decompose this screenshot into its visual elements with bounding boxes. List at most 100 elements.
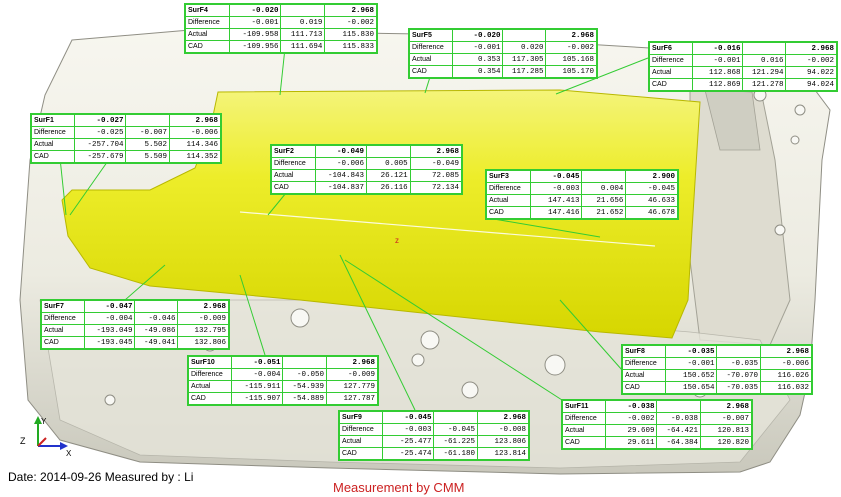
value-y: -0.045 — [433, 423, 478, 436]
row-label: CAD — [185, 40, 230, 53]
value-x: 112.868 — [691, 66, 744, 79]
value-y: -64.421 — [656, 424, 701, 437]
row-label: CAD — [649, 78, 693, 91]
value-x: 29.611 — [605, 436, 658, 449]
value-x: 147.413 — [529, 194, 583, 207]
report-title: Measurement by CMM — [333, 480, 465, 495]
value-x: -104.837 — [314, 181, 367, 194]
callout-deviation: -0.035 — [665, 345, 718, 358]
value-x: -0.003 — [382, 423, 435, 436]
value-y: -49.041 — [134, 336, 179, 349]
value-y: 26.116 — [365, 181, 411, 194]
value-y: 0.019 — [280, 16, 326, 29]
row-label: Difference — [187, 368, 233, 381]
value-y: -61.225 — [433, 435, 478, 448]
value-z: 116.026 — [759, 369, 813, 382]
value-x: -115.911 — [231, 380, 284, 393]
callout-surf10[interactable]: SurF10 -0.051 2.968 Difference -0.004 -0.050… — [187, 355, 379, 406]
callout-deviation: -0.020 — [451, 29, 504, 42]
row-label: Difference — [621, 357, 667, 370]
value-x: -115.907 — [231, 392, 284, 405]
row-label: Difference — [649, 54, 693, 67]
axis-x-label: X — [66, 449, 72, 458]
row-label: CAD — [187, 392, 233, 405]
callout-surf4[interactable]: SurF4 -0.020 2.968 Difference -0.001 0.019 -0… — [184, 3, 378, 54]
row-label: Actual — [41, 324, 85, 337]
callout-name: SurF10 — [187, 356, 233, 369]
value-y: 21.656 — [581, 194, 627, 207]
row-label: Difference — [271, 157, 316, 170]
value-z: -0.049 — [409, 157, 463, 170]
value-z: -0.007 — [699, 412, 753, 425]
value-x: 0.354 — [451, 65, 504, 78]
callout-surf5[interactable]: SurF5 -0.020 2.968 Difference -0.001 0.020 -0… — [408, 28, 598, 79]
value-x: -25.477 — [382, 435, 435, 448]
value-z: 72.134 — [409, 181, 463, 194]
callout-deviation: -0.027 — [74, 114, 127, 127]
axis-y-label: Y — [41, 417, 47, 426]
value-y: -70.070 — [716, 369, 761, 382]
callout-deviation: -0.051 — [231, 356, 284, 369]
value-z: 123.814 — [476, 447, 530, 460]
callout-name: SurF7 — [41, 300, 85, 313]
callout-deviation: -0.047 — [83, 300, 136, 313]
value-y: 117.285 — [502, 65, 547, 78]
callout-surf11[interactable]: SurF11 -0.038 2.968 Difference -0.002 -0.038… — [561, 399, 753, 450]
value-y: -54.939 — [282, 380, 327, 393]
value-y: 0.016 — [742, 54, 787, 67]
value-y: 121.278 — [742, 78, 787, 91]
value-z: 127.779 — [325, 380, 379, 393]
cmm-viewport[interactable]: z Z Y X SurF1 -0.027 2.968 Difference -0… — [0, 0, 841, 497]
row-label: Difference — [185, 16, 230, 29]
callout-surf7[interactable]: SurF7 -0.047 2.968 Difference -0.004 -0.046-… — [40, 299, 230, 350]
value-y: 111.713 — [280, 28, 326, 41]
value-y: 0.004 — [581, 182, 627, 195]
value-x: 150.652 — [665, 369, 718, 382]
callout-tolerance: 2.968 — [325, 356, 379, 369]
value-y: -0.038 — [656, 412, 701, 425]
value-x: -0.004 — [231, 368, 284, 381]
callout-deviation: -0.045 — [382, 411, 435, 424]
callout-name: SurF6 — [649, 42, 693, 55]
value-z: -0.002 — [324, 16, 377, 29]
row-label: Actual — [30, 138, 76, 151]
value-z: -0.002 — [545, 41, 597, 54]
callout-surf6[interactable]: SurF6 -0.016 2.968 Difference -0.001 0.016 -0… — [648, 41, 838, 92]
value-y: -0.046 — [134, 312, 179, 325]
row-label: Actual — [486, 194, 531, 207]
value-x: 0.353 — [451, 53, 504, 66]
callout-surf9[interactable]: SurF9 -0.045 2.968 Difference -0.003 -0.045-… — [338, 410, 530, 461]
callout-deviation: -0.049 — [314, 145, 367, 158]
row-label: Actual — [185, 28, 230, 41]
callout-surf1[interactable]: SurF1 -0.027 2.968 Difference -0.025 -0.007-… — [30, 113, 222, 164]
value-y: -54.889 — [282, 392, 327, 405]
row-label: CAD — [338, 447, 384, 460]
callout-surf2[interactable]: SurF2 -0.049 2.968 Difference -0.006 0.005 -0… — [270, 144, 463, 195]
value-z: 116.032 — [759, 381, 813, 394]
row-label: Actual — [338, 435, 384, 448]
value-x: -193.049 — [83, 324, 136, 337]
callout-surf3[interactable]: SurF3 -0.045 2.900 Difference -0.003 0.004 -0… — [485, 169, 679, 220]
axis-z-label: Z — [20, 436, 26, 446]
value-x: 147.416 — [529, 206, 583, 219]
value-y: -0.035 — [716, 357, 761, 370]
row-label: Difference — [486, 182, 531, 195]
value-y: -70.035 — [716, 381, 761, 394]
callout-name: SurF1 — [30, 114, 76, 127]
value-y: 26.121 — [365, 169, 411, 182]
callout-name: SurF3 — [486, 170, 531, 183]
callout-tolerance: 2.968 — [699, 400, 753, 413]
value-z: -0.006 — [759, 357, 813, 370]
value-x: -0.001 — [451, 41, 504, 54]
row-label: Actual — [409, 53, 453, 66]
callout-surf8[interactable]: SurF8 -0.035 2.968 Difference -0.001 -0.035-… — [621, 344, 813, 395]
callout-tolerance: 2.900 — [625, 170, 678, 183]
row-label: Actual — [649, 66, 693, 79]
value-z: 127.787 — [325, 392, 379, 405]
value-y: -49.086 — [134, 324, 179, 337]
callout-tolerance: 2.968 — [545, 29, 597, 42]
row-label: Actual — [621, 369, 667, 382]
value-z: 72.085 — [409, 169, 463, 182]
row-label: Actual — [271, 169, 316, 182]
value-x: -0.025 — [74, 126, 127, 139]
